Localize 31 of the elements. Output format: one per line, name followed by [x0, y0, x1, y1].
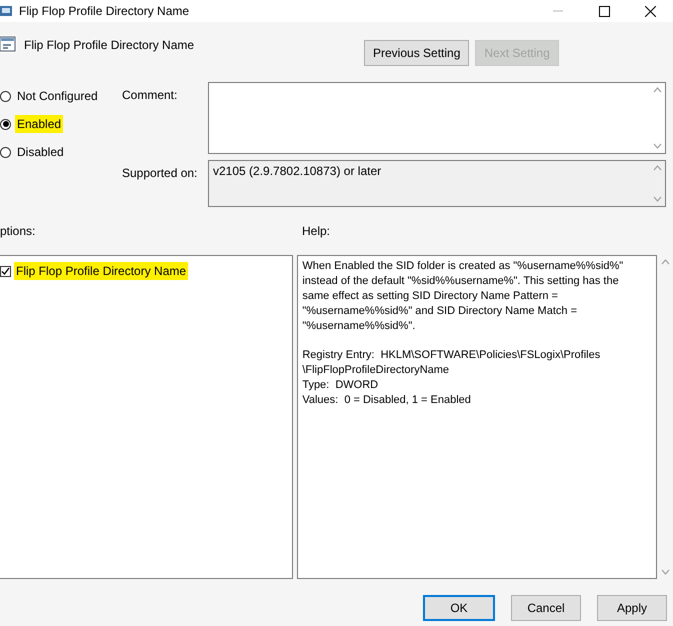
scroll-down-icon[interactable]	[652, 196, 662, 202]
checkbox-label[interactable]: Flip Flop Profile Directory Name	[14, 262, 188, 280]
options-label: ptions:	[0, 224, 36, 238]
close-icon[interactable]	[644, 6, 656, 16]
supported-on-value: v2105 (2.9.7802.10873) or later	[212, 163, 382, 180]
radio-button[interactable]	[0, 90, 11, 102]
policy-window-icon	[0, 4, 14, 18]
scroll-up-icon[interactable]	[660, 259, 670, 265]
radio-button[interactable]	[0, 118, 11, 130]
scroll-up-icon[interactable]	[652, 165, 662, 171]
comment-field[interactable]	[208, 82, 666, 154]
help-text: Registry Entry: HKLM\SOFTWARE\Policies\FSLogix\Profiles \FlipFlopProfileDirectoryName Type: DWORD Values: 0 = Disabled, 1 = Enabled	[302, 348, 602, 408]
radio-label[interactable]: Disabled	[15, 143, 66, 161]
scroll-down-icon[interactable]	[652, 143, 662, 149]
cancel-button[interactable]: Cancel	[511, 595, 581, 621]
maximize-icon[interactable]	[598, 6, 610, 16]
window-title: Flip Flop Profile Directory Name	[19, 4, 190, 18]
scroll-up-icon[interactable]	[652, 87, 662, 93]
radio-label[interactable]: Enabled	[15, 115, 64, 133]
checkbox[interactable]	[0, 266, 11, 276]
radio-button[interactable]	[0, 146, 11, 158]
scroll-down-icon[interactable]	[660, 569, 670, 575]
help-text: When Enabled the SID folder is created as "%username%%sid%" instead of the default "%sid%%username%". This setting has the same effect as setting SID Directory Name Pattern = "%username%%sid%" and SID Directory Name Match = "%username%%sid%".	[302, 259, 624, 334]
comment-label: Comment:	[122, 87, 178, 104]
supported-on-label: Supported on:	[122, 165, 198, 182]
help-label: Help:	[302, 224, 330, 238]
radio-label[interactable]: Not Configured	[15, 87, 100, 105]
previous-setting-button[interactable]: Previous Setting	[364, 40, 470, 66]
ok-button[interactable]: OK	[423, 595, 495, 621]
setting-title: Flip Flop Profile Directory Name	[24, 38, 196, 54]
apply-button[interactable]: Apply	[597, 595, 667, 621]
